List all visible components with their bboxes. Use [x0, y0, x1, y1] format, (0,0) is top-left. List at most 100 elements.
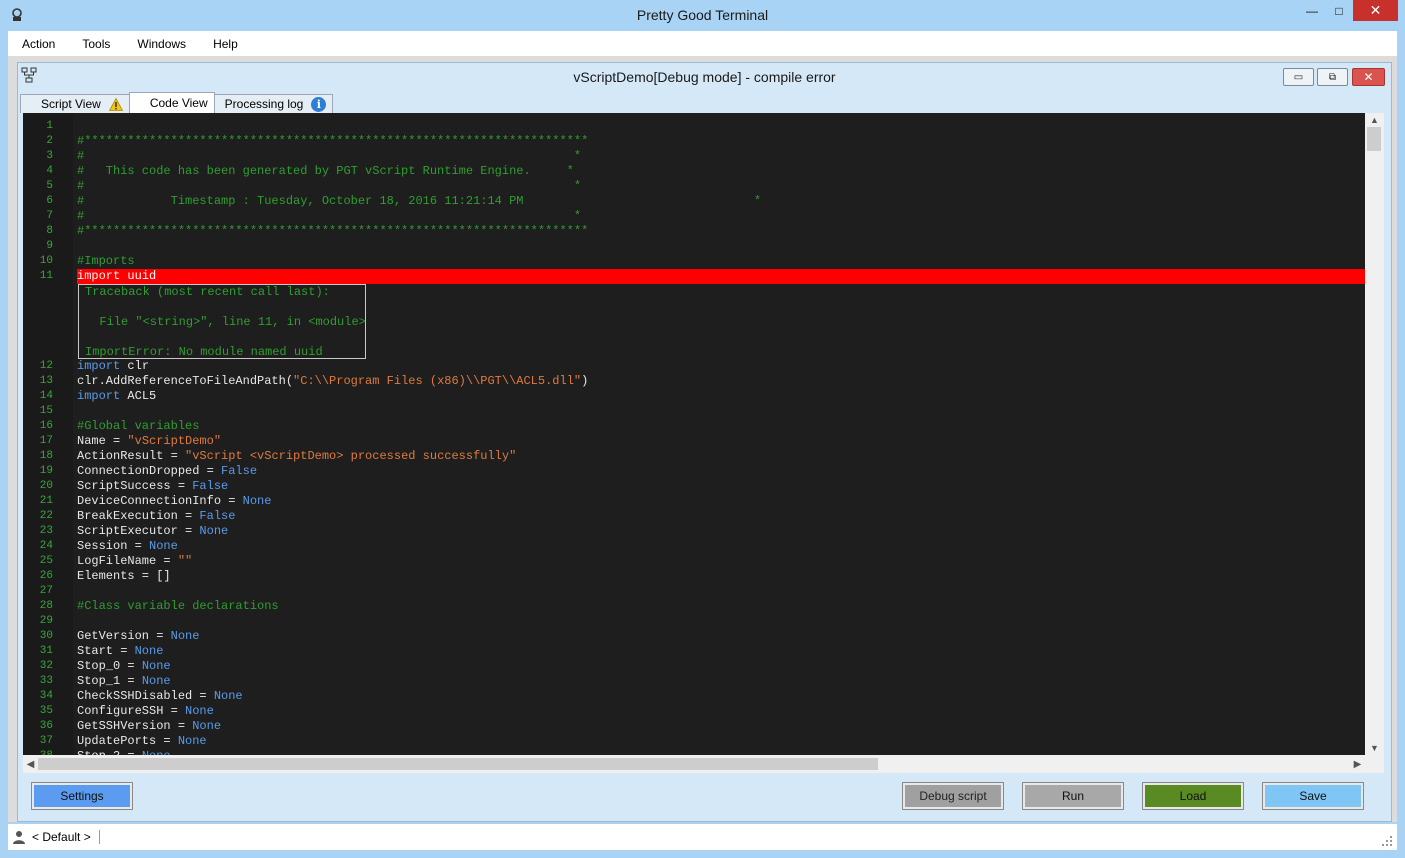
code-line: 14 import ACL5 [23, 389, 1365, 404]
line-number: 37 [39, 735, 53, 747]
scroll-up-icon[interactable]: ▲ [1365, 113, 1384, 127]
line-text: GetVersion = None [77, 629, 199, 644]
tab-label: Code View [149, 96, 208, 110]
code-token: None [192, 719, 222, 733]
line-number: 35 [39, 705, 53, 717]
horizontal-scrollbar[interactable]: ◀ ▶ [23, 755, 1365, 773]
line-number: 22 [39, 510, 53, 522]
code-token: #***************************************… [77, 134, 589, 148]
code-line: 12 import clr [23, 359, 1365, 374]
code-token: #Imports [77, 254, 135, 268]
child-restore-button[interactable]: ⧉ [1317, 68, 1348, 86]
line-text: GetSSHVersion = None [77, 719, 221, 734]
scroll-right-icon[interactable]: ▶ [1350, 755, 1365, 773]
menu-action[interactable]: Action [8, 37, 68, 51]
maximize-button[interactable]: □ [1326, 0, 1352, 21]
line-number: 9 [46, 240, 53, 252]
error-line: 11 import uuid [40, 269, 1365, 284]
traceback-popup: Traceback (most recent call last): File … [78, 284, 366, 359]
code-token: Stop_0 = [77, 659, 142, 673]
code-token: Start = [77, 644, 135, 658]
horizontal-scroll-thumb[interactable] [38, 758, 878, 770]
line-text: Name = "vScriptDemo" [77, 434, 221, 449]
line-number: 2 [46, 135, 53, 147]
code-token: None [199, 524, 229, 538]
line-text: UpdatePorts = None [77, 734, 207, 749]
tab-code-view[interactable]: Code View [128, 92, 215, 113]
code-line: 26 Elements = [] [23, 569, 1365, 584]
code-line: 7 # * [23, 209, 1365, 224]
code-token: uuid [120, 269, 157, 283]
debug-script-button[interactable]: Debug script [902, 782, 1004, 810]
code-line: 6 # Timestamp : Tuesday, October 18, 2016… [23, 194, 1365, 209]
code-line: 37 UpdatePorts = None [23, 734, 1365, 749]
run-button[interactable]: Run [1022, 782, 1124, 810]
line-text: import ACL5 [77, 389, 156, 404]
line-number: 26 [39, 570, 53, 582]
line-number: 25 [39, 555, 53, 567]
line-text: Session = None [77, 539, 178, 554]
code-line: 36 GetSSHVersion = None [23, 719, 1365, 734]
code-line: 20 ScriptSuccess = False [23, 479, 1365, 494]
code-token: False [221, 464, 258, 478]
user-icon [13, 831, 25, 844]
code-line: 21 DeviceConnectionInfo = None [23, 494, 1365, 509]
mdi-area: vScriptDemo[Debug mode] - compile error … [8, 56, 1397, 822]
code-line: 16 #Global variables [23, 419, 1365, 434]
code-token: ) [581, 374, 589, 388]
code-token: ScriptSuccess = [77, 479, 193, 493]
code-token: clr [120, 359, 150, 373]
code-line: 3 # * [23, 149, 1365, 164]
minimize-button[interactable]: — [1298, 0, 1326, 21]
save-button[interactable]: Save [1262, 782, 1364, 810]
menu-help[interactable]: Help [199, 37, 251, 51]
code-token: Name = [77, 434, 128, 448]
load-button[interactable]: Load [1142, 782, 1244, 810]
code-token: UpdatePorts = [77, 734, 178, 748]
line-text: Stop_1 = None [77, 674, 171, 689]
line-number: 13 [39, 375, 53, 387]
line-text: # This code has been generated by PGT vS… [77, 164, 574, 179]
code-line: 19 ConnectionDropped = False [23, 464, 1365, 479]
code-token: #***************************************… [77, 224, 589, 238]
settings-button[interactable]: Settings [31, 782, 133, 810]
code-line: 9 [23, 239, 1365, 254]
code-token: "" [177, 554, 193, 568]
scroll-down-icon[interactable]: ▼ [1365, 741, 1384, 755]
vertical-scroll-thumb[interactable] [1367, 127, 1381, 151]
line-number: 29 [39, 615, 53, 627]
line-text: clr.AddReferenceToFileAndPath("C:\\Progr… [77, 374, 588, 389]
app-titlebar: Pretty Good Terminal — □ ✕ [0, 0, 1405, 31]
code-token: None [149, 539, 178, 553]
close-button[interactable]: ✕ [1353, 0, 1398, 21]
menu-tools[interactable]: Tools [68, 37, 123, 51]
code-content[interactable]: 1 2 #*************************************… [23, 119, 1365, 764]
line-number: 19 [39, 465, 53, 477]
code-line: 13 clr.AddReferenceToFileAndPath("C:\\Pro… [23, 374, 1365, 389]
resize-grip-icon[interactable] [1381, 835, 1393, 847]
line-number: 6 [46, 195, 53, 207]
code-token: "vScriptDemo" [127, 434, 222, 448]
child-close-button[interactable]: ✕ [1352, 68, 1385, 86]
line-text: #***************************************… [77, 134, 588, 149]
code-token: # This code has been generated by PGT vS… [77, 164, 574, 178]
line-number: 21 [39, 495, 53, 507]
line-number: 8 [46, 225, 53, 237]
code-line: 18 ActionResult = "vScript <vScriptDemo> … [23, 449, 1365, 464]
code-token: # * [77, 209, 582, 223]
tab-processing-log[interactable]: Processing log i [213, 94, 334, 113]
tab-script-view[interactable]: Script View [20, 94, 130, 113]
code-editor[interactable]: 1 2 #*************************************… [23, 113, 1384, 773]
line-text: ScriptExecutor = None [77, 524, 228, 539]
scroll-left-icon[interactable]: ◀ [23, 755, 38, 773]
line-text: ConfigureSSH = None [77, 704, 214, 719]
code-token: None [177, 734, 207, 748]
code-token: # Timestamp : Tuesday, October 18, 2016 … [77, 194, 762, 208]
profile-status[interactable]: < Default > [32, 830, 100, 844]
child-minimize-button[interactable]: ▭ [1283, 68, 1314, 86]
menu-windows[interactable]: Windows [123, 37, 199, 51]
code-token: ScriptExecutor = [77, 524, 200, 538]
vertical-scrollbar[interactable]: ▲ ▼ [1365, 113, 1384, 755]
line-number: 23 [39, 525, 53, 537]
code-token: ACL5 [120, 389, 157, 403]
